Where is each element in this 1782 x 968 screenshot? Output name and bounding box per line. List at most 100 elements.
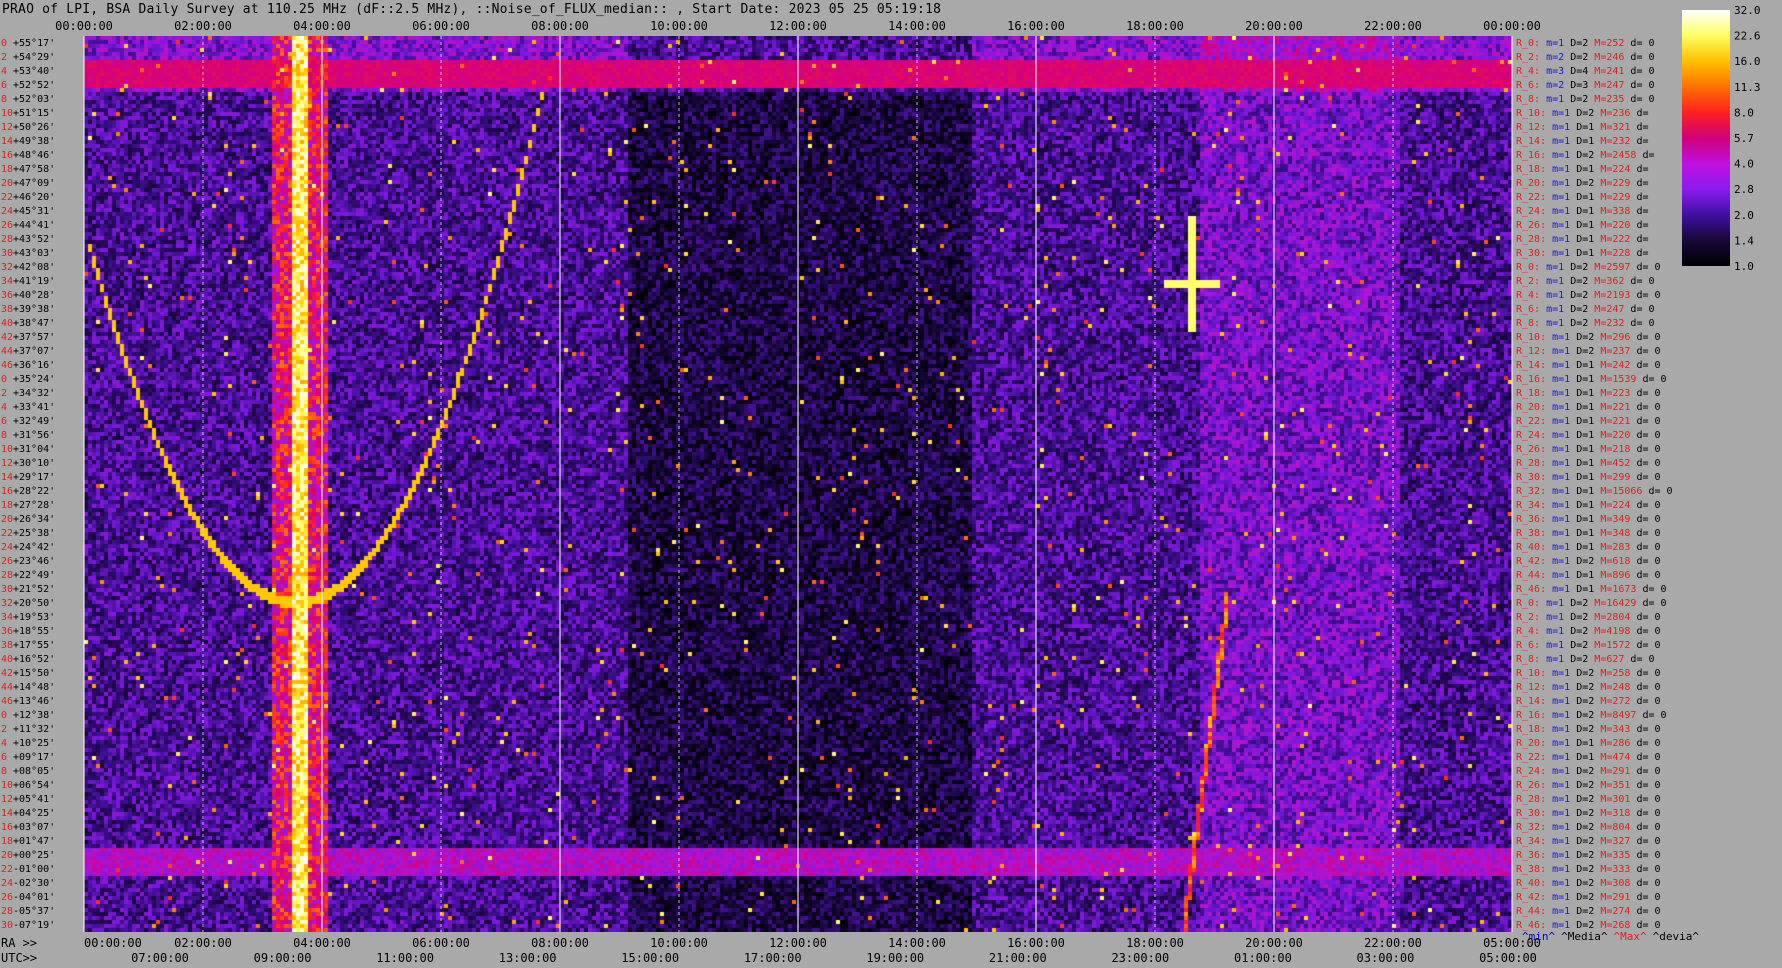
row-stats: R_10: m=1 D=2 M=258 d= 0 xyxy=(1516,667,1661,679)
row-stats: R_0: m=1 D=2 M=16429 d= 0 xyxy=(1516,597,1667,609)
ra-tick-label: 22:00:00 xyxy=(1364,936,1422,950)
row-stats: R_36: m=1 D=1 M=349 d= 0 xyxy=(1516,513,1661,525)
row-stats: R_14: m=1 D=1 M=242 d= 0 xyxy=(1516,359,1661,371)
declination-label: 12 +50°26' xyxy=(1,121,56,133)
declination-label: 36 +40°28' xyxy=(1,289,56,301)
legend-tag: ^Max^ xyxy=(1613,930,1647,943)
declination-label: 4 +33°41' xyxy=(1,401,56,413)
declination-label: 42 +15°50' xyxy=(1,667,56,679)
row-stats: R_44: m=1 D=2 M=274 d= 0 xyxy=(1516,905,1661,917)
declination-label: 18 +27°28' xyxy=(1,499,56,511)
row-stats: R_30: m=1 D=1 M=228 d= xyxy=(1516,247,1649,259)
row-stats: R_10: m=1 D=2 M=296 d= 0 xyxy=(1516,331,1661,343)
row-stats: R_30: m=1 D=1 M=299 d= 0 xyxy=(1516,471,1661,483)
declination-label: 4 +53°40' xyxy=(1,65,56,77)
legend-tag: ^min^ xyxy=(1522,930,1556,943)
declination-label: 14 +04°25' xyxy=(1,807,56,819)
declination-label: 26 +44°41' xyxy=(1,219,56,231)
utc-tick-label: 21:00:00 xyxy=(989,951,1047,965)
declination-label: 0 +12°38' xyxy=(1,709,56,721)
declination-label: 30 -07°19' xyxy=(1,919,56,931)
declination-label: 32 +42°08' xyxy=(1,261,56,273)
declination-label: 30 +21°52' xyxy=(1,583,56,595)
row-stats: R_4: m=1 D=2 M=4198 d= 0 xyxy=(1516,625,1661,637)
declination-label: 2 +11°32' xyxy=(1,723,56,735)
top-tick-label: 00:00:00 xyxy=(1483,19,1541,33)
row-stats: R_20: m=1 D=1 M=286 d= 0 xyxy=(1516,737,1661,749)
declination-label: 38 +17°55' xyxy=(1,639,56,651)
row-stats: R_6: m=1 D=2 M=247 d= 0 xyxy=(1516,303,1655,315)
row-stats: R_24: m=1 D=1 M=220 d= 0 xyxy=(1516,429,1661,441)
row-stats: R_14: m=1 D=2 M=272 d= 0 xyxy=(1516,695,1661,707)
declination-label: 24 +45°31' xyxy=(1,205,56,217)
declination-label: 40 +38°47' xyxy=(1,317,56,329)
declination-label: 16 +28°22' xyxy=(1,485,56,497)
declination-label: 12 +05°41' xyxy=(1,793,56,805)
ra-tick-label: 04:00:00 xyxy=(293,936,351,950)
declination-label: 40 +16°52' xyxy=(1,653,56,665)
declination-label: 26 +23°46' xyxy=(1,555,56,567)
utc-tick-label: 17:00:00 xyxy=(744,951,802,965)
row-stats: R_16: m=1 D=2 M=8497 d= 0 xyxy=(1516,709,1667,721)
declination-label: 10 +51°15' xyxy=(1,107,56,119)
top-tick-label: 18:00:00 xyxy=(1126,19,1184,33)
declination-label: 22 -01°00' xyxy=(1,863,56,875)
utc-tick-label: 03:00:00 xyxy=(1357,951,1415,965)
ra-tick-label: 14:00:00 xyxy=(888,936,946,950)
row-stats: R_32: m=1 D=1 M=15066 d= 0 xyxy=(1516,485,1673,497)
declination-label: 16 +48°46' xyxy=(1,149,56,161)
declination-label: 34 +19°53' xyxy=(1,611,56,623)
declination-label: 14 +49°38' xyxy=(1,135,56,147)
row-stats: R_16: m=1 D=1 M=1539 d= 0 xyxy=(1516,373,1667,385)
row-stats: R_20: m=1 D=1 M=221 d= 0 xyxy=(1516,401,1661,413)
row-stats: R_8: m=1 D=2 M=235 d= 0 xyxy=(1516,93,1655,105)
row-stats: R_28: m=1 D=1 M=452 d= 0 xyxy=(1516,457,1661,469)
row-stats: R_32: m=1 D=2 M=804 d= 0 xyxy=(1516,821,1661,833)
top-tick-label: 06:00:00 xyxy=(412,19,470,33)
declination-label: 20 +47°09' xyxy=(1,177,56,189)
declination-label: 0 +35°24' xyxy=(1,373,56,385)
row-stats: R_12: m=1 D=1 M=321 d= xyxy=(1516,121,1649,133)
utc-tick-label: 01:00:00 xyxy=(1234,951,1292,965)
row-stats: R_0: m=1 D=2 M=2597 d= 0 xyxy=(1516,261,1661,273)
ra-tick-label: 10:00:00 xyxy=(650,936,708,950)
declination-label: 32 +20°50' xyxy=(1,597,56,609)
row-stats: R_22: m=1 D=1 M=221 d= 0 xyxy=(1516,415,1661,427)
utc-tick-label: 23:00:00 xyxy=(1111,951,1169,965)
stats-legend: ^min^ ^Media^ ^Max^ ^devia^ xyxy=(1522,930,1705,943)
declination-label: 22 +25°38' xyxy=(1,527,56,539)
row-stats: R_12: m=1 D=2 M=248 d= 0 xyxy=(1516,681,1661,693)
declination-label: 38 +39°38' xyxy=(1,303,56,315)
row-stats: R_36: m=1 D=2 M=335 d= 0 xyxy=(1516,849,1661,861)
utc-tick-label: 15:00:00 xyxy=(621,951,679,965)
declination-label: 46 +13°46' xyxy=(1,695,56,707)
row-stats: R_40: m=1 D=2 M=308 d= 0 xyxy=(1516,877,1661,889)
utc-tick-label: 05:00:00 xyxy=(1479,951,1537,965)
declination-label: 28 +22°49' xyxy=(1,569,56,581)
declination-label: 16 +03°07' xyxy=(1,821,56,833)
row-stats: R_8: m=1 D=2 M=627 d= 0 xyxy=(1516,653,1655,665)
row-stats: R_18: m=1 D=1 M=223 d= 0 xyxy=(1516,387,1661,399)
declination-label: 0 +55°17' xyxy=(1,37,56,49)
row-stats: R_22: m=1 D=1 M=474 d= 0 xyxy=(1516,751,1661,763)
row-stats: R_26: m=1 D=2 M=351 d= 0 xyxy=(1516,779,1661,791)
legend-tag: ^Media^ xyxy=(1561,930,1608,943)
row-stats: R_16: m=1 D=2 M=2458 d= xyxy=(1516,149,1655,161)
utc-tick-label: 19:00:00 xyxy=(866,951,924,965)
ra-tick-label: 12:00:00 xyxy=(769,936,827,950)
row-stats: R_8: m=1 D=2 M=232 d= 0 xyxy=(1516,317,1655,329)
row-stats: R_6: m=2 D=3 M=247 d= 0 xyxy=(1516,79,1655,91)
declination-label: 22 +46°20' xyxy=(1,191,56,203)
declination-label: 28 +43°52' xyxy=(1,233,56,245)
row-stats: R_24: m=1 D=2 M=291 d= 0 xyxy=(1516,765,1661,777)
declination-label: 4 +10°25' xyxy=(1,737,56,749)
declination-label: 36 +18°55' xyxy=(1,625,56,637)
top-tick-label: 04:00:00 xyxy=(293,19,351,33)
declination-label: 18 +47°58' xyxy=(1,163,56,175)
declination-label: 46 +36°16' xyxy=(1,359,56,371)
row-stats: R_4: m=3 D=4 M=241 d= 0 xyxy=(1516,65,1655,77)
row-stats: R_4: m=1 D=2 M=2193 d= 0 xyxy=(1516,289,1661,301)
row-stats: R_18: m=1 D=2 M=343 d= 0 xyxy=(1516,723,1661,735)
declination-label: 28 -05°37' xyxy=(1,905,56,917)
top-tick-label: 22:00:00 xyxy=(1364,19,1422,33)
